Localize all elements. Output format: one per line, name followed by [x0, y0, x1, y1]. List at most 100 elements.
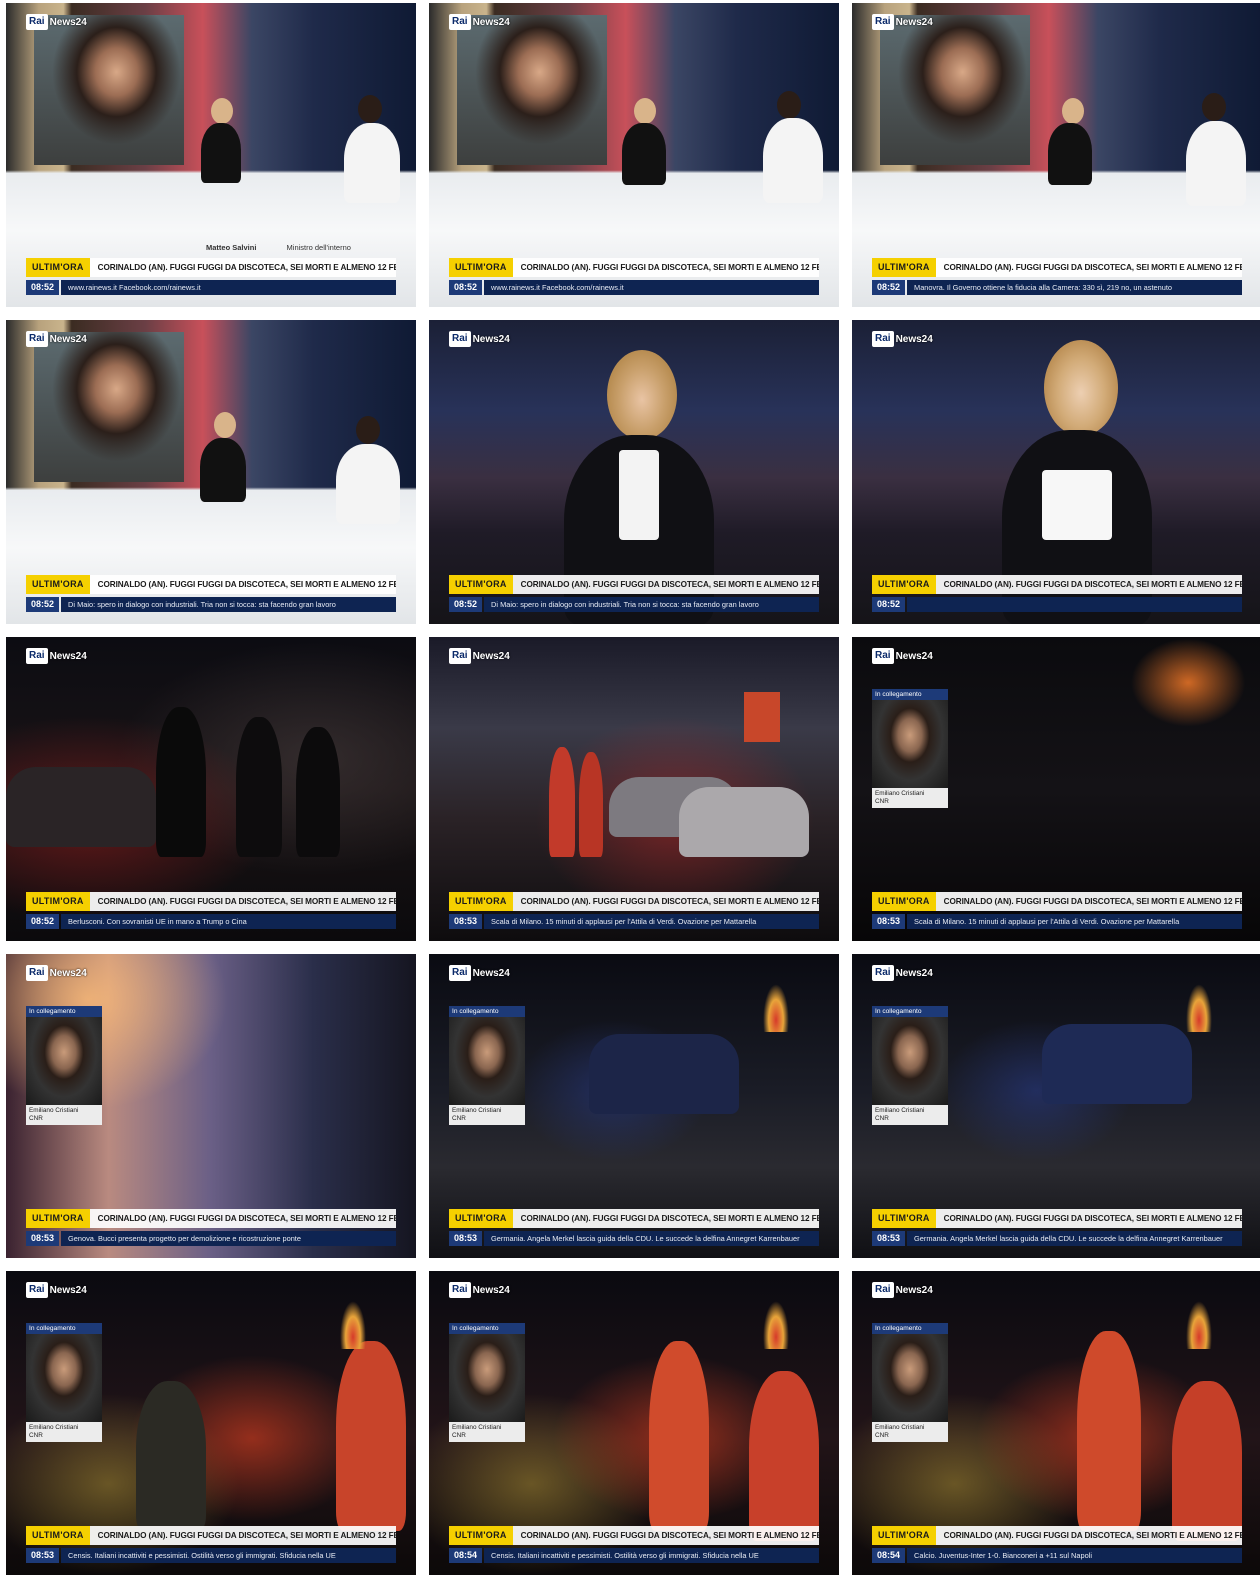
- headline: CORINALDO (AN). FUGGI FUGGI DA DISCOTECA…: [943, 1214, 1242, 1223]
- breaking-tag: ULTIM'ORA: [26, 575, 90, 594]
- video-frame-2: Rai News24 ULTIM'ORA CORINALDO (AN). FUGGI…: [429, 3, 839, 307]
- ticker: Censis. Italiani incattiviti e pessimist…: [484, 1548, 819, 1563]
- headline: CORINALDO (AN). FUGGI FUGGI DA DISCOTECA…: [520, 263, 819, 272]
- clock: 08:54: [449, 1548, 483, 1563]
- live-link-box: In collegamento Emiliano Cristiani CNR: [449, 1006, 525, 1125]
- breaking-tag: ULTIM'ORA: [26, 258, 90, 277]
- clock: 08:52: [872, 280, 906, 295]
- lower-third: ULTIM'ORA CORINALDO (AN). FUGGI FUGGI DA …: [26, 258, 396, 295]
- link-header: In collegamento: [872, 689, 948, 700]
- video-frame-8: Rai News24 ULTIM'ORA CORINALDO (AN). FUGGI…: [429, 637, 839, 941]
- headline: CORINALDO (AN). FUGGI FUGGI DA DISCOTECA…: [97, 263, 396, 272]
- clock: 08:53: [449, 914, 483, 929]
- guest-photo: [449, 1017, 525, 1105]
- guest-affiliation: CNR: [29, 1115, 43, 1122]
- live-link-box: In collegamento Emiliano Cristiani CNR: [26, 1323, 102, 1442]
- lower-third: ULTIM'ORA CORINALDO (AN). FUGGI FUGGI DA …: [449, 1526, 819, 1563]
- ticker: Scala di Milano. 15 minuti di applausi p…: [484, 914, 819, 929]
- breaking-tag: ULTIM'ORA: [26, 1526, 90, 1545]
- lower-third: ULTIM'ORA CORINALDO (AN). FUGGI FUGGI DA …: [26, 892, 396, 929]
- lower-third: ULTIM'ORA CORINALDO (AN). FUGGI FUGGI DA …: [872, 892, 1242, 929]
- rainews24-logo: Rai News24: [872, 1281, 933, 1299]
- ticker: Calcio. Juventus-Inter 1-0. Bianconeri a…: [907, 1548, 1242, 1563]
- live-link-box: In collegamento Emiliano Cristiani CNR: [449, 1323, 525, 1442]
- breaking-tag: ULTIM'ORA: [872, 258, 936, 277]
- breaking-tag: ULTIM'ORA: [872, 575, 936, 594]
- video-frame-10: In collegamento Emiliano Cristiani CNR Ra…: [6, 954, 416, 1258]
- video-frame-9: In collegamento Emiliano Cristiani CNR Ra…: [852, 637, 1260, 941]
- vigili-del-fuoco-emblem-icon: [763, 984, 789, 1032]
- rainews24-logo: Rai News24: [26, 1281, 87, 1299]
- breaking-tag: ULTIM'ORA: [26, 892, 90, 911]
- ticker: www.rainews.it Facebook.com/rainews.it: [61, 280, 396, 295]
- lower-third: ULTIM'ORA CORINALDO (AN). FUGGI FUGGI DA …: [449, 258, 819, 295]
- name-caption: Matteo Salvini Ministro dell'interno: [206, 243, 379, 252]
- video-frame-15: In collegamento Emiliano Cristiani CNR Ra…: [852, 1271, 1260, 1575]
- headline: CORINALDO (AN). FUGGI FUGGI DA DISCOTECA…: [97, 1531, 396, 1540]
- guest-video-wall: [457, 15, 607, 165]
- rainews24-logo: Rai News24: [449, 964, 510, 982]
- link-header: In collegamento: [872, 1323, 948, 1334]
- ticker: www.rainews.it Facebook.com/rainews.it: [484, 280, 819, 295]
- breaking-tag: ULTIM'ORA: [449, 1209, 513, 1228]
- lower-third: ULTIM'ORA CORINALDO (AN). FUGGI FUGGI DA …: [872, 575, 1242, 612]
- guest-name: Emiliano Cristiani: [875, 1424, 925, 1431]
- video-frame-12: In collegamento Emiliano Cristiani CNR Ra…: [852, 954, 1260, 1258]
- clock: 08:53: [872, 914, 906, 929]
- rainews24-logo: Rai News24: [26, 647, 87, 665]
- guest-affiliation: CNR: [452, 1115, 466, 1122]
- lower-third: ULTIM'ORA CORINALDO (AN). FUGGI FUGGI DA …: [26, 1526, 396, 1563]
- caption-name: Matteo Salvini: [206, 243, 257, 252]
- lower-third: ULTIM'ORA CORINALDO (AN). FUGGI FUGGI DA …: [26, 575, 396, 612]
- guest-name: Emiliano Cristiani: [875, 790, 925, 797]
- headline: CORINALDO (AN). FUGGI FUGGI DA DISCOTECA…: [943, 580, 1242, 589]
- rainews24-logo: Rai News24: [872, 13, 933, 31]
- guest-photo: [872, 700, 948, 788]
- guest-affiliation: CNR: [452, 1432, 466, 1439]
- vigili-del-fuoco-emblem-icon: [340, 1301, 366, 1349]
- lower-third: ULTIM'ORA CORINALDO (AN). FUGGI FUGGI DA …: [872, 1209, 1242, 1246]
- guest-video-wall: [880, 15, 1030, 165]
- headline: CORINALDO (AN). FUGGI FUGGI DA DISCOTECA…: [943, 897, 1242, 906]
- ticker: Di Maio: spero in dialogo con industrial…: [484, 597, 819, 612]
- guest-affiliation: CNR: [875, 1432, 889, 1439]
- video-frame-4: Rai News24 ULTIM'ORA CORINALDO (AN). FUGGI…: [6, 320, 416, 624]
- lower-third: ULTIM'ORA CORINALDO (AN). FUGGI FUGGI DA …: [449, 892, 819, 929]
- ticker: Manovra. Il Governo ottiene la fiducia a…: [907, 280, 1242, 295]
- guest-name: Emiliano Cristiani: [452, 1107, 502, 1114]
- clock: 08:53: [26, 1548, 60, 1563]
- lower-third: ULTIM'ORA CORINALDO (AN). FUGGI FUGGI DA …: [872, 1526, 1242, 1563]
- rainews24-logo: Rai News24: [26, 13, 87, 31]
- video-frame-6: Rai News24 ULTIM'ORA CORINALDO (AN). FUGGI…: [852, 320, 1260, 624]
- guest-affiliation: CNR: [29, 1432, 43, 1439]
- video-frame-1: Matteo Salvini Ministro dell'interno Rai…: [6, 3, 416, 307]
- headline: CORINALDO (AN). FUGGI FUGGI DA DISCOTECA…: [520, 1531, 819, 1540]
- video-frame-3: Rai News24 ULTIM'ORA CORINALDO (AN). FUGGI…: [852, 3, 1260, 307]
- guest-photo: [26, 1017, 102, 1105]
- headline: CORINALDO (AN). FUGGI FUGGI DA DISCOTECA…: [943, 263, 1242, 272]
- rainews24-logo: Rai News24: [449, 1281, 510, 1299]
- clock: 08:54: [872, 1548, 906, 1563]
- headline: CORINALDO (AN). FUGGI FUGGI DA DISCOTECA…: [943, 1531, 1242, 1540]
- link-header: In collegamento: [449, 1006, 525, 1017]
- clock: 08:53: [872, 1231, 906, 1246]
- headline: CORINALDO (AN). FUGGI FUGGI DA DISCOTECA…: [97, 897, 396, 906]
- clock: 08:52: [26, 914, 60, 929]
- headline: CORINALDO (AN). FUGGI FUGGI DA DISCOTECA…: [520, 1214, 819, 1223]
- link-header: In collegamento: [26, 1323, 102, 1334]
- rainews24-logo: Rai News24: [26, 964, 87, 982]
- vigili-del-fuoco-emblem-icon: [1186, 984, 1212, 1032]
- breaking-tag: ULTIM'ORA: [872, 892, 936, 911]
- breaking-tag: ULTIM'ORA: [449, 892, 513, 911]
- guest-photo: [872, 1334, 948, 1422]
- ticker: [907, 597, 1242, 612]
- guest-video-wall: [34, 332, 184, 482]
- breaking-tag: ULTIM'ORA: [872, 1209, 936, 1228]
- clock: 08:52: [449, 280, 483, 295]
- live-link-box: In collegamento Emiliano Cristiani CNR: [872, 1006, 948, 1125]
- headline: CORINALDO (AN). FUGGI FUGGI DA DISCOTECA…: [520, 580, 819, 589]
- clock: 08:52: [26, 597, 60, 612]
- video-frame-11: In collegamento Emiliano Cristiani CNR Ra…: [429, 954, 839, 1258]
- breaking-tag: ULTIM'ORA: [449, 1526, 513, 1545]
- guest-affiliation: CNR: [875, 1115, 889, 1122]
